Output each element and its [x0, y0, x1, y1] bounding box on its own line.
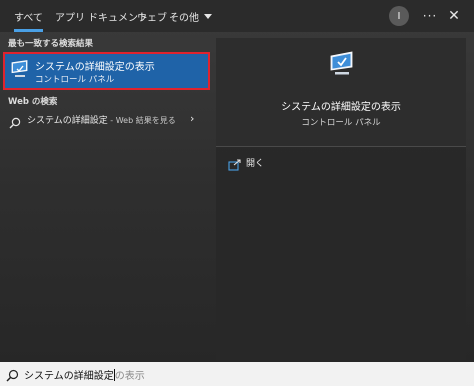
- tab-more-label: その他: [169, 12, 199, 24]
- result-preview-pane: システムの詳細設定の表示 コントロール パネル 開く: [216, 38, 466, 360]
- chevron-down-icon: [204, 13, 212, 19]
- web-search-header: Web の検索: [8, 97, 58, 107]
- preview-header: システムの詳細設定の表示 コントロール パネル: [216, 38, 466, 146]
- avatar-initial: I: [397, 10, 401, 22]
- open-window-icon: [228, 156, 241, 175]
- web-search-query: システムの詳細設定: [27, 116, 108, 126]
- best-match-header: 最も一致する検索結果: [8, 39, 94, 49]
- preview-title: システムの詳細設定の表示: [281, 102, 401, 113]
- web-search-text: システムの詳細設定 - Web 結果を見る: [27, 113, 176, 126]
- monitor-check-icon: [10, 60, 30, 84]
- tab-apps-label: アプリ: [55, 12, 85, 24]
- tab-apps[interactable]: アプリ: [55, 0, 85, 32]
- close-icon[interactable]: ✕: [444, 6, 464, 26]
- search-icon: [9, 114, 21, 133]
- search-input[interactable]: システムの詳細設定の表示: [0, 362, 474, 386]
- preview-subtitle: コントロール パネル: [301, 118, 381, 128]
- tab-all[interactable]: すべて: [14, 0, 43, 32]
- monitor-check-icon: [328, 50, 356, 82]
- search-autocomplete-hint: の表示: [114, 371, 145, 382]
- search-filter-bar: すべて アプリ ドキュメント ウェブ その他 I ··· ✕: [0, 0, 474, 32]
- tab-all-label: すべて: [14, 12, 43, 24]
- open-action[interactable]: 開く: [228, 154, 348, 172]
- tab-more-dropdown[interactable]: その他: [169, 0, 212, 32]
- ellipsis-icon[interactable]: ···: [420, 6, 440, 26]
- open-action-label: 開く: [246, 159, 265, 169]
- tab-web-label: ウェブ: [137, 12, 167, 24]
- best-match-title: システムの詳細設定の表示: [35, 62, 155, 73]
- user-avatar[interactable]: I: [389, 6, 409, 26]
- search-query: システムの詳細設定の表示: [24, 367, 145, 382]
- tab-web[interactable]: ウェブ: [137, 0, 167, 32]
- best-match-subtitle: コントロール パネル: [35, 75, 115, 85]
- web-search-result[interactable]: システムの詳細設定 - Web 結果を見る ›: [3, 109, 210, 131]
- search-icon: [6, 367, 19, 386]
- chevron-right-icon[interactable]: ›: [190, 112, 194, 125]
- search-typed-text: システムの詳細設定: [24, 371, 114, 382]
- web-search-suffix: - Web 結果を見る: [107, 116, 176, 125]
- best-match-result[interactable]: システムの詳細設定の表示 コントロール パネル: [3, 52, 210, 90]
- preview-divider: [216, 146, 466, 147]
